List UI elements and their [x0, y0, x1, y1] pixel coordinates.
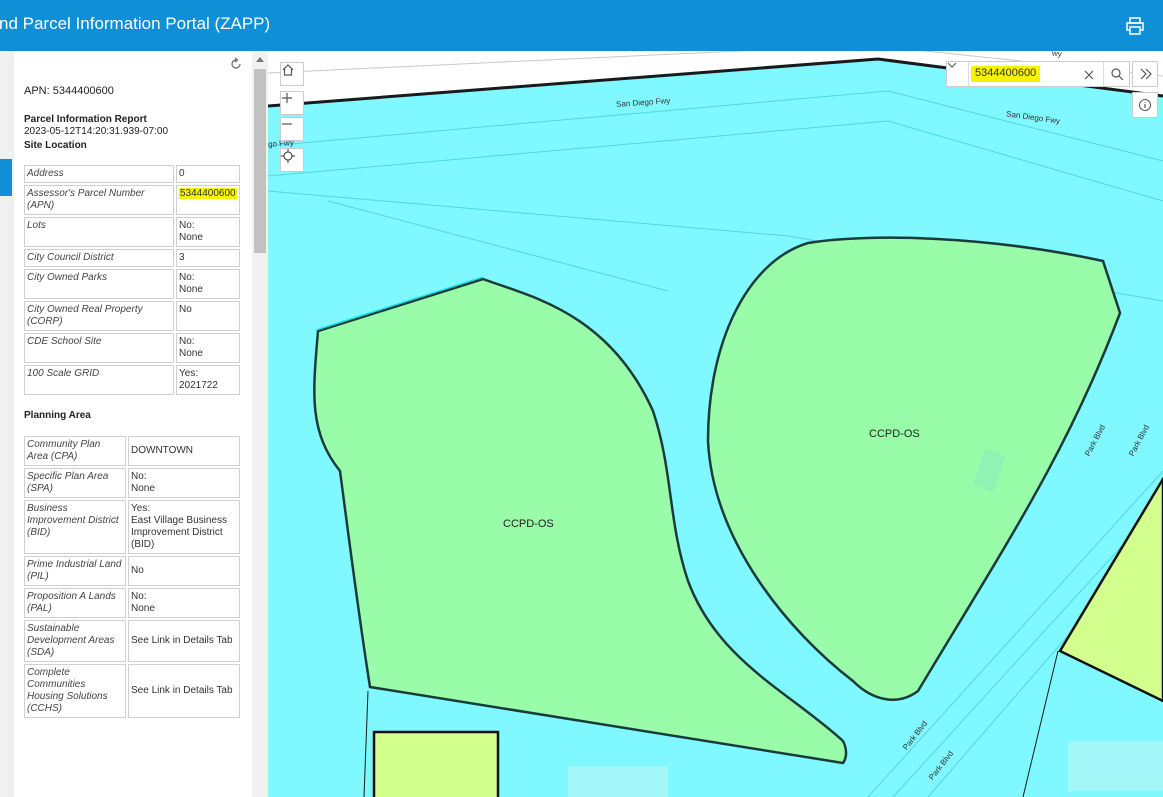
search-button[interactable] — [1103, 62, 1129, 86]
planning-area-heading: Planning Area — [24, 410, 91, 421]
row-key: Lots — [24, 217, 174, 247]
app-header: nd Parcel Information Portal (ZAPP) — [0, 0, 1163, 51]
plus-icon — [282, 93, 292, 103]
minus-icon — [282, 123, 292, 125]
row-key: City Council District — [24, 249, 174, 267]
row-value: No: None — [128, 468, 240, 498]
row-value: DOWNTOWN — [128, 436, 240, 466]
row-value: 0 — [176, 165, 240, 183]
parcel-yellow-left — [372, 730, 500, 797]
apn-value-highlight: 5344400600 — [179, 188, 237, 199]
panel-scrollbar[interactable] — [252, 51, 268, 797]
info-icon — [1139, 99, 1151, 111]
report-title: Parcel Information Report — [24, 114, 147, 125]
expand-button[interactable] — [1132, 61, 1158, 87]
row-value: See Link in Details Tab — [128, 664, 240, 718]
row-key: City Owned Real Property (CORP) — [24, 301, 174, 331]
active-side-tab[interactable] — [0, 159, 12, 196]
site-location-table: Address 0 Assessor's Parcel Number (APN) 53… — [22, 163, 242, 397]
close-icon[interactable] — [1083, 69, 1095, 81]
planning-area-row: Sustainable Development Areas (SDA) See L… — [24, 620, 240, 662]
site-location-row: City Council District 3 — [24, 249, 240, 267]
report-timestamp: 2023-05-12T14:20:31.939-07:00 — [24, 126, 169, 137]
site-location-row: Lots No: None — [24, 217, 240, 247]
locate-icon — [281, 149, 295, 163]
site-location-row: City Owned Parks No: None — [24, 269, 240, 299]
search-icon — [1111, 68, 1124, 81]
row-key: Community Plan Area (CPA) — [24, 436, 126, 466]
planning-area-row: Prime Industrial Land (PIL) No — [24, 556, 240, 586]
planning-area-row: Proposition A Lands (PAL) No: None — [24, 588, 240, 618]
apn-heading: APN: 5344400600 — [24, 85, 114, 97]
search-source-dropdown[interactable] — [947, 62, 969, 86]
search-widget: 5344400600 — [946, 61, 1130, 87]
row-value: 3 — [176, 249, 240, 267]
map-view[interactable]: CCPD-OS CCPD-OS San Diego Fwy San Diego … — [268, 51, 1163, 797]
road-label-fwy-4: wy — [1051, 51, 1063, 59]
row-key: City Owned Parks — [24, 269, 174, 299]
home-icon — [282, 64, 294, 76]
row-key: Sustainable Development Areas (SDA) — [24, 620, 126, 662]
side-tab-strip — [0, 51, 14, 797]
site-location-row: 100 Scale GRID Yes: 2021722 — [24, 365, 240, 395]
planning-area-row: Business Improvement District (BID) Yes: … — [24, 500, 240, 554]
planning-area-row: Specific Plan Area (SPA) No: None — [24, 468, 240, 498]
site-location-row: City Owned Real Property (CORP) No — [24, 301, 240, 331]
app-title: nd Parcel Information Portal (ZAPP) — [0, 14, 271, 33]
row-value: No — [176, 301, 240, 331]
zone-label-left: CCPD-OS — [503, 518, 554, 530]
row-key: Prime Industrial Land (PIL) — [24, 556, 126, 586]
row-value: No: None — [128, 588, 240, 618]
row-value: No: None — [176, 217, 240, 247]
row-value: See Link in Details Tab — [128, 620, 240, 662]
planning-area-row: Complete Communities Housing Solutions (… — [24, 664, 240, 718]
row-value: Yes: East Village Business Improvement D… — [128, 500, 240, 554]
scroll-thumb[interactable] — [254, 69, 266, 253]
row-value: No — [128, 556, 240, 586]
zoom-in-button[interactable] — [280, 91, 304, 115]
zoom-out-button[interactable] — [280, 117, 304, 141]
row-value: Yes: 2021722 — [176, 365, 240, 395]
info-button[interactable] — [1132, 92, 1158, 118]
row-key: Complete Communities Housing Solutions (… — [24, 664, 126, 718]
parcel-report-panel: APN: 5344400600 Parcel Information Repor… — [14, 51, 252, 797]
search-input[interactable]: 5344400600 — [971, 66, 1041, 82]
zone-parcel-right — [706, 236, 1122, 701]
site-location-heading: Site Location — [24, 140, 87, 151]
row-key: Address — [24, 165, 174, 183]
home-button[interactable] — [280, 62, 304, 86]
row-value: No: None — [176, 269, 240, 299]
row-key: 100 Scale GRID — [24, 365, 174, 395]
row-key: Proposition A Lands (PAL) — [24, 588, 126, 618]
planning-area-table: Community Plan Area (CPA) DOWNTOWN Specifi… — [22, 434, 242, 720]
chevron-down-icon — [947, 62, 957, 68]
row-key: Business Improvement District (BID) — [24, 500, 126, 554]
scroll-up-arrow-icon[interactable] — [256, 57, 264, 62]
double-chevron-right-icon — [1140, 68, 1152, 80]
zone-label-right: CCPD-OS — [869, 428, 920, 440]
row-key: Specific Plan Area (SPA) — [24, 468, 126, 498]
locate-button[interactable] — [280, 148, 304, 172]
map-canvas — [268, 51, 1163, 797]
row-value: 5344400600 — [176, 185, 240, 215]
refresh-icon[interactable] — [229, 57, 243, 71]
site-location-row: Address 0 — [24, 165, 240, 183]
row-key: CDE School Site — [24, 333, 174, 363]
row-value: No: None — [176, 333, 240, 363]
printer-icon[interactable] — [1125, 16, 1145, 36]
site-location-row: CDE School Site No: None — [24, 333, 240, 363]
row-key: Assessor's Parcel Number (APN) — [24, 185, 174, 215]
site-location-row: Assessor's Parcel Number (APN) 5344400600 — [24, 185, 240, 215]
planning-area-row: Community Plan Area (CPA) DOWNTOWN — [24, 436, 240, 466]
parcel-yellow-right — [1058, 476, 1163, 703]
